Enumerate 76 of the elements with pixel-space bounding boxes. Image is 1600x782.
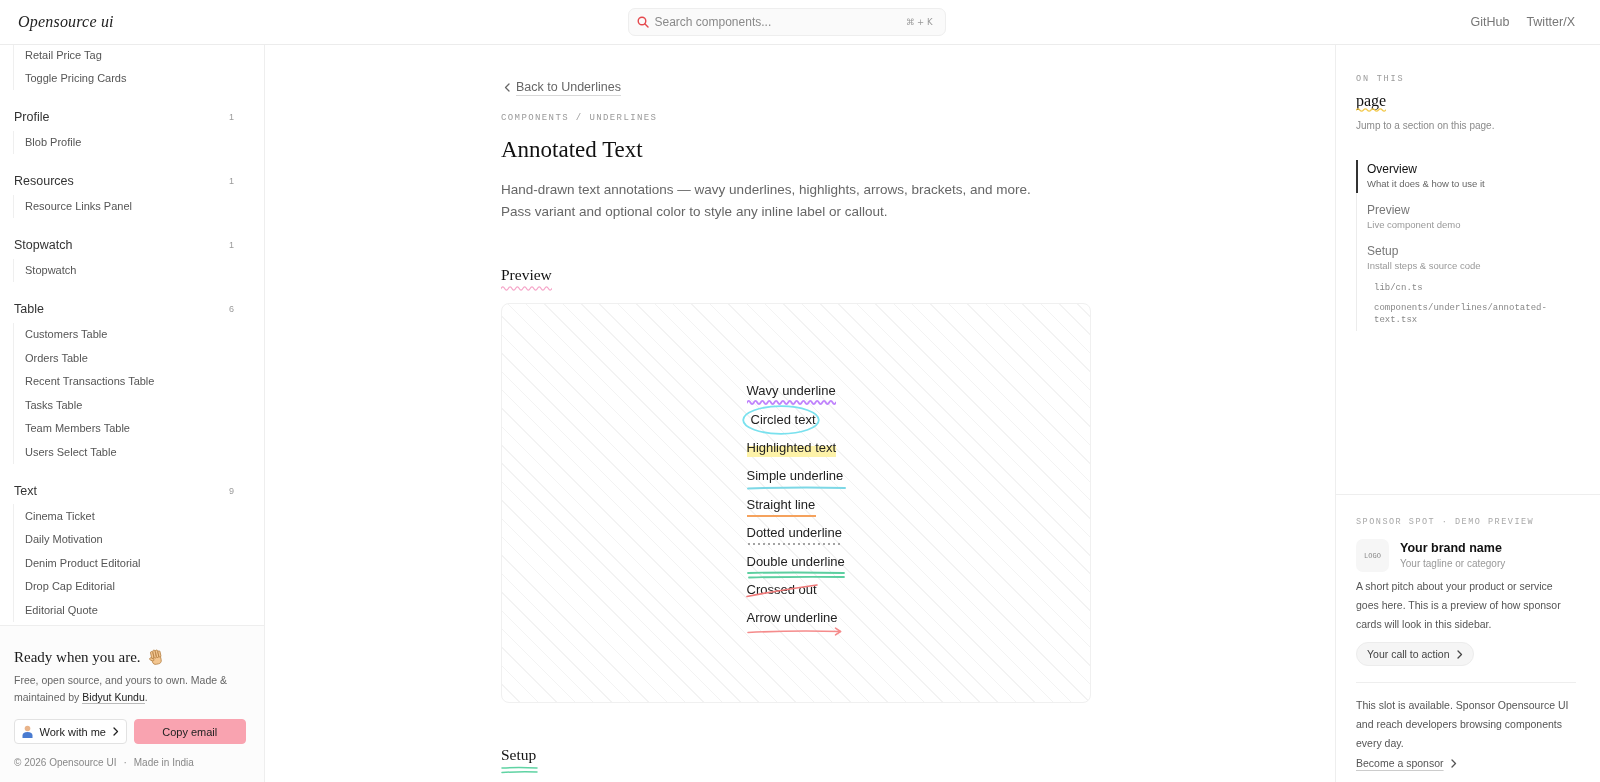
chevron-right-icon xyxy=(1456,649,1463,659)
nav-link[interactable]: Twitter/X xyxy=(1526,15,1575,29)
search-icon xyxy=(636,16,649,28)
brand-name: Your brand name xyxy=(1400,539,1502,556)
brand-tagline: Your tagline or category xyxy=(1400,556,1506,571)
sponsor-kicker: SPONSOR SPOT · DEMO PREVIEW xyxy=(1356,516,1536,528)
sidebar-group-title: Resources xyxy=(14,174,74,188)
footer-blurb: Free, open source, and yours to own. Made & maintained by Bidyut Kundu. xyxy=(14,673,229,706)
wavy-underline xyxy=(501,286,552,291)
toc-link[interactable]: Preview Live component demo xyxy=(1356,201,1576,234)
toc-link[interactable]: Setup Install steps & source code xyxy=(1356,242,1576,275)
group-count: 1 xyxy=(229,112,234,122)
chevron-right-icon xyxy=(1450,759,1457,768)
chevron-left-icon xyxy=(504,83,510,92)
waving-hand-icon xyxy=(146,648,165,666)
group-count: 1 xyxy=(229,176,234,186)
filled-button[interactable]: Copy email xyxy=(133,719,246,744)
separator-dot: · xyxy=(123,756,127,770)
site-logo[interactable]: Opensource ui xyxy=(18,13,114,31)
sponsor-note: This slot is available. Sponsor Opensource UI and reach developers browsing components every day. xyxy=(1356,697,1570,751)
sidebar-item[interactable]: Daily Motivation xyxy=(25,527,103,551)
annotation-text: Wavy underline xyxy=(746,382,836,401)
footer-heading: Ready when you are. xyxy=(14,648,141,667)
group-count: 6 xyxy=(229,304,234,314)
annotation-text: Circled text xyxy=(750,410,816,429)
sidebar-item[interactable]: Team Members Table xyxy=(25,416,130,440)
page-description: Hand-drawn text annotations — wavy underlines, highlights, arrows, brackets, and more. Pass variant and optional color to style any inline label or callout. xyxy=(501,181,1032,221)
toc-file-link[interactable]: components/underlines/annotated-text.tsx xyxy=(1374,301,1576,327)
toc-file-link[interactable]: lib/cn.ts xyxy=(1374,282,1423,295)
annotation-text: Simple underline xyxy=(746,467,844,486)
section-heading: Setup xyxy=(501,745,537,765)
sidebar-group-title: Stopwatch xyxy=(14,238,73,252)
page-title: Annotated Text xyxy=(501,136,644,164)
sidebar-item[interactable]: Resource Links Panel xyxy=(25,194,132,218)
sponsor-pitch: A short pitch about your product or service goes here. This is a preview of how sponsor cards will look in this sidebar. xyxy=(1356,578,1562,632)
sidebar-item[interactable]: Blob Profile xyxy=(25,130,82,154)
sidebar-group-title: Text xyxy=(14,483,37,498)
chevron-right-icon xyxy=(112,727,119,736)
breadcrumb: COMPONENTS / UNDERLINES xyxy=(501,112,659,125)
nav-link[interactable]: GitHub xyxy=(1470,15,1510,29)
person-icon xyxy=(21,725,33,738)
become-sponsor-link[interactable]: Become a sponsor xyxy=(1356,756,1457,771)
annotation-text: Arrow underline xyxy=(746,609,838,628)
sidebar-item[interactable]: Editorial Quote xyxy=(25,598,98,622)
location-text: Made in India xyxy=(133,756,194,770)
sidebar-item[interactable]: Toggle Pricing Cards xyxy=(25,66,127,90)
sidebar-item[interactable]: Orders Table xyxy=(25,346,88,370)
sidebar-item[interactable]: Denim Product Editorial xyxy=(25,551,141,575)
sidebar-group-title: Table xyxy=(14,302,44,316)
sidebar-item[interactable]: Tasks Table xyxy=(25,393,83,417)
sidebar-item[interactable]: Recent Transactions Table xyxy=(25,369,155,393)
sidebar-item[interactable]: Stopwatch xyxy=(25,258,77,282)
sidebar-item[interactable]: Retail Price Tag xyxy=(25,45,102,67)
sidebar-item[interactable]: Users Select Table xyxy=(25,440,117,464)
sidebar-item[interactable]: Customers Table xyxy=(25,322,108,346)
shortcut-hint: ⌘ + K xyxy=(905,17,933,27)
group-count: 9 xyxy=(229,485,234,496)
annotation-text: Dotted underline xyxy=(746,524,842,543)
annotation-text: Straight line xyxy=(746,495,816,514)
cta-button[interactable]: Your call to action xyxy=(1356,642,1474,666)
toc-link[interactable]: Overview What it does & how to use it xyxy=(1356,160,1576,193)
outline-button[interactable]: Work with me xyxy=(14,719,127,744)
sidebar-item[interactable]: Drop Cap Editorial xyxy=(25,574,115,598)
author-link[interactable]: Bidyut Kundu xyxy=(82,691,145,704)
wavy-underline xyxy=(1356,108,1386,112)
group-count: 1 xyxy=(229,240,234,250)
sidebar-item[interactable]: Cinema Ticket xyxy=(25,504,95,528)
sidebar-group-title: Profile xyxy=(14,110,50,124)
annotation-text: Double underline xyxy=(746,552,845,571)
toc-kicker: ON THIS xyxy=(1356,73,1406,85)
double-underline xyxy=(501,766,538,774)
copyright-text: © 2026 Opensource UI xyxy=(14,756,117,770)
toc-subtitle: Jump to a section on this page. xyxy=(1356,119,1496,133)
back-link[interactable]: Back to Underlines xyxy=(504,79,621,96)
section-heading: Preview xyxy=(501,265,552,285)
toc-heading: page xyxy=(1356,91,1387,110)
